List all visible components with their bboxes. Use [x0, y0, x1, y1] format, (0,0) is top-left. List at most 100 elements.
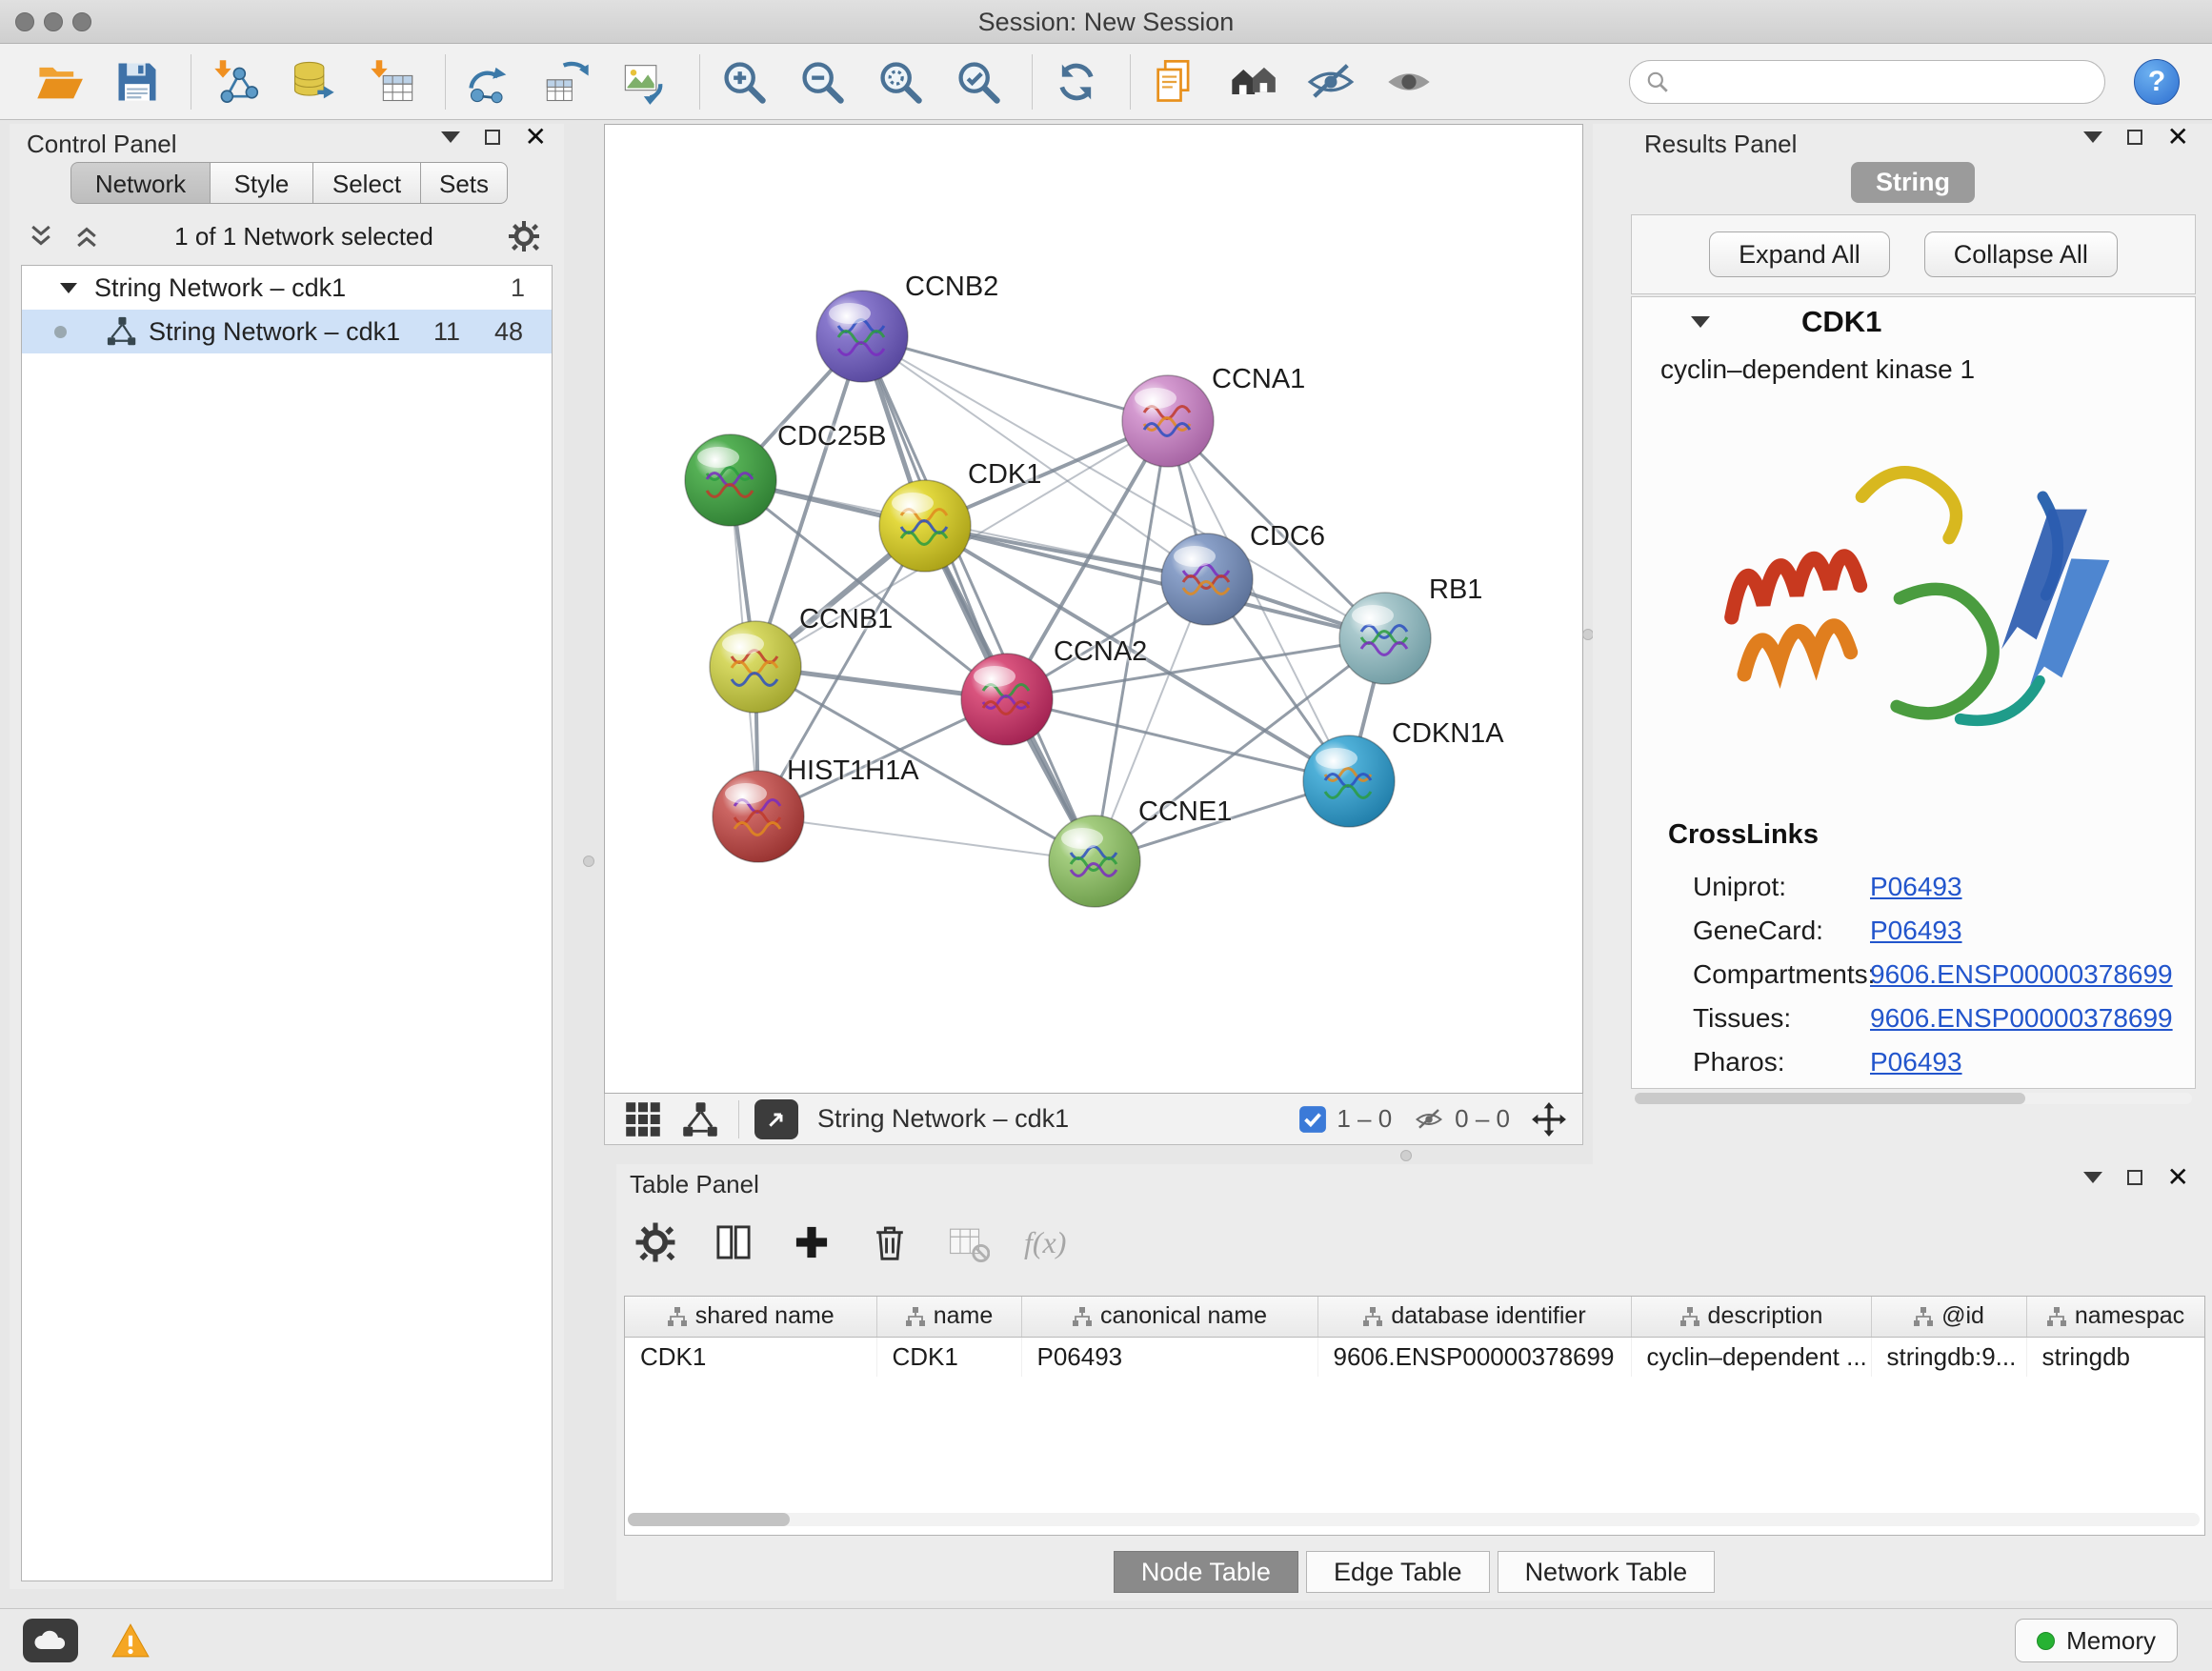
crosslink-link[interactable]: P06493 — [1870, 916, 1962, 946]
show-columns-icon[interactable] — [712, 1220, 755, 1264]
network-node-CCNA1[interactable] — [1122, 375, 1214, 467]
grid-view-icon[interactable] — [624, 1100, 662, 1138]
import-table-file-icon[interactable] — [365, 55, 418, 109]
delete-column-icon[interactable] — [868, 1220, 912, 1264]
table-cell[interactable]: cyclin–dependent ... — [1631, 1337, 1871, 1377]
column-header-name[interactable]: name — [876, 1297, 1021, 1337]
panel-close-icon[interactable]: ✕ — [2167, 130, 2189, 145]
duplicate-page-icon[interactable] — [1148, 55, 1201, 109]
tab-edge-table[interactable]: Edge Table — [1306, 1551, 1490, 1593]
crosslink-link[interactable]: 9606.ENSP00000378699 — [1870, 1003, 2173, 1034]
crosslink-link[interactable]: P06493 — [1870, 872, 1962, 902]
column-header-database-identifier[interactable]: database identifier — [1317, 1297, 1631, 1337]
panel-menu-icon[interactable] — [2083, 131, 2102, 143]
table-horizontal-scrollbar[interactable] — [628, 1513, 2200, 1526]
table-row[interactable]: CDK1CDK1P064939606.ENSP00000378699cyclin… — [625, 1337, 2204, 1377]
zoom-selected-icon[interactable] — [952, 55, 1005, 109]
network-node-RB1[interactable] — [1339, 593, 1431, 684]
panel-menu-icon[interactable] — [2083, 1172, 2102, 1183]
node-label-CCNE1: CCNE1 — [1138, 796, 1232, 828]
gear-icon[interactable] — [507, 219, 541, 253]
new-network-icon[interactable] — [463, 55, 516, 109]
function-builder-icon[interactable]: f(x) — [1024, 1225, 1066, 1260]
help-button[interactable]: ? — [2134, 59, 2180, 105]
open-session-icon[interactable] — [32, 55, 86, 109]
zoom-in-icon[interactable] — [717, 55, 771, 109]
hidden-eye-icon[interactable] — [1413, 1105, 1445, 1134]
tab-style[interactable]: Style — [210, 162, 312, 204]
column-header--id[interactable]: @id — [1871, 1297, 2026, 1337]
detach-view-button[interactable] — [754, 1099, 798, 1139]
save-session-icon[interactable] — [111, 55, 164, 109]
panel-resize-grip[interactable] — [1400, 1150, 1412, 1161]
column-header-description[interactable]: description — [1631, 1297, 1871, 1337]
panel-menu-icon[interactable] — [441, 131, 460, 143]
tab-node-table[interactable]: Node Table — [1114, 1551, 1298, 1593]
new-network-table-icon[interactable] — [541, 55, 594, 109]
crosslink-link[interactable]: 9606.ENSP00000378699 — [1870, 959, 2173, 990]
import-network-database-icon[interactable] — [287, 55, 340, 109]
table-cell[interactable]: 9606.ENSP00000378699 — [1317, 1337, 1631, 1377]
column-header-shared-name[interactable]: shared name — [625, 1297, 876, 1337]
network-node-CDC25B[interactable] — [685, 434, 776, 526]
panel-close-icon[interactable]: ✕ — [525, 130, 547, 145]
string-tab-badge[interactable]: String — [1851, 162, 1975, 203]
export-image-icon[interactable] — [619, 55, 673, 109]
crosslink-link[interactable]: P06493 — [1870, 1047, 1962, 1077]
cloud-button[interactable] — [23, 1619, 78, 1662]
network-node-CCNA2[interactable] — [961, 654, 1053, 745]
network-node-CCNB2[interactable] — [816, 291, 908, 382]
column-header-namespac[interactable]: namespac — [2026, 1297, 2204, 1337]
network-edge[interactable] — [862, 336, 1168, 421]
zoom-out-icon[interactable] — [795, 55, 849, 109]
collection-expand-icon[interactable] — [60, 283, 77, 293]
panel-float-icon[interactable] — [485, 130, 500, 145]
table-settings-gear-icon[interactable] — [633, 1220, 677, 1264]
tab-sets[interactable]: Sets — [420, 162, 508, 204]
network-graph[interactable] — [605, 125, 1583, 1094]
selected-checkbox-icon[interactable] — [1298, 1105, 1327, 1134]
pan-move-icon[interactable] — [1531, 1101, 1567, 1137]
table-cell[interactable]: CDK1 — [876, 1337, 1021, 1377]
panel-float-icon[interactable] — [2127, 130, 2142, 145]
warnings-button[interactable] — [107, 1619, 154, 1662]
collapse-all-button[interactable]: Collapse All — [1924, 232, 2118, 277]
hide-graphics-details-icon[interactable] — [1304, 55, 1357, 109]
tab-select[interactable]: Select — [312, 162, 420, 204]
search-input[interactable] — [1679, 67, 2089, 96]
zoom-fit-icon[interactable] — [874, 55, 927, 109]
network-canvas[interactable]: CCNB2CCNA1CDC25BCDK1CDC6RB1CCNB1CCNA2CDK… — [604, 124, 1583, 1094]
table-cell[interactable]: stringdb — [2026, 1337, 2204, 1377]
gene-collapse-icon[interactable] — [1691, 316, 1710, 328]
network-node-CCNB1[interactable] — [710, 621, 801, 713]
network-edge[interactable] — [1007, 699, 1349, 781]
show-graphics-details-icon[interactable] — [1382, 55, 1436, 109]
network-node-CDK1[interactable] — [879, 480, 971, 572]
expand-all-icon[interactable] — [72, 222, 101, 251]
collapse-all-icon[interactable] — [27, 222, 55, 251]
expand-all-button[interactable]: Expand All — [1709, 232, 1890, 277]
table-cell[interactable]: P06493 — [1021, 1337, 1317, 1377]
apply-layout-icon[interactable] — [1050, 55, 1103, 109]
table-cell[interactable]: stringdb:9... — [1871, 1337, 2026, 1377]
column-header-canonical-name[interactable]: canonical name — [1021, 1297, 1317, 1337]
delete-table-icon[interactable] — [946, 1220, 990, 1264]
network-collection-row[interactable]: String Network – cdk1 1 — [22, 266, 552, 310]
panel-close-icon[interactable]: ✕ — [2167, 1170, 2189, 1185]
tab-network[interactable]: Network — [70, 162, 210, 204]
network-item-row[interactable]: String Network – cdk1 11 48 — [22, 310, 552, 353]
panel-float-icon[interactable] — [2127, 1170, 2142, 1185]
network-node-CCNE1[interactable] — [1049, 815, 1140, 907]
birdseye-view-icon[interactable] — [681, 1100, 719, 1138]
results-scrollbar[interactable] — [1635, 1093, 2192, 1104]
network-node-CDC6[interactable] — [1161, 534, 1253, 625]
memory-button[interactable]: Memory — [2015, 1619, 2178, 1662]
tab-network-table[interactable]: Network Table — [1498, 1551, 1716, 1593]
panel-resize-grip[interactable] — [583, 856, 594, 867]
network-node-CDKN1A[interactable] — [1303, 735, 1395, 827]
birdseye-home-icon[interactable] — [1226, 55, 1279, 109]
network-edge[interactable] — [758, 816, 1095, 861]
import-network-file-icon[interactable] — [209, 55, 262, 109]
add-column-icon[interactable] — [790, 1220, 834, 1264]
table-cell[interactable]: CDK1 — [625, 1337, 876, 1377]
